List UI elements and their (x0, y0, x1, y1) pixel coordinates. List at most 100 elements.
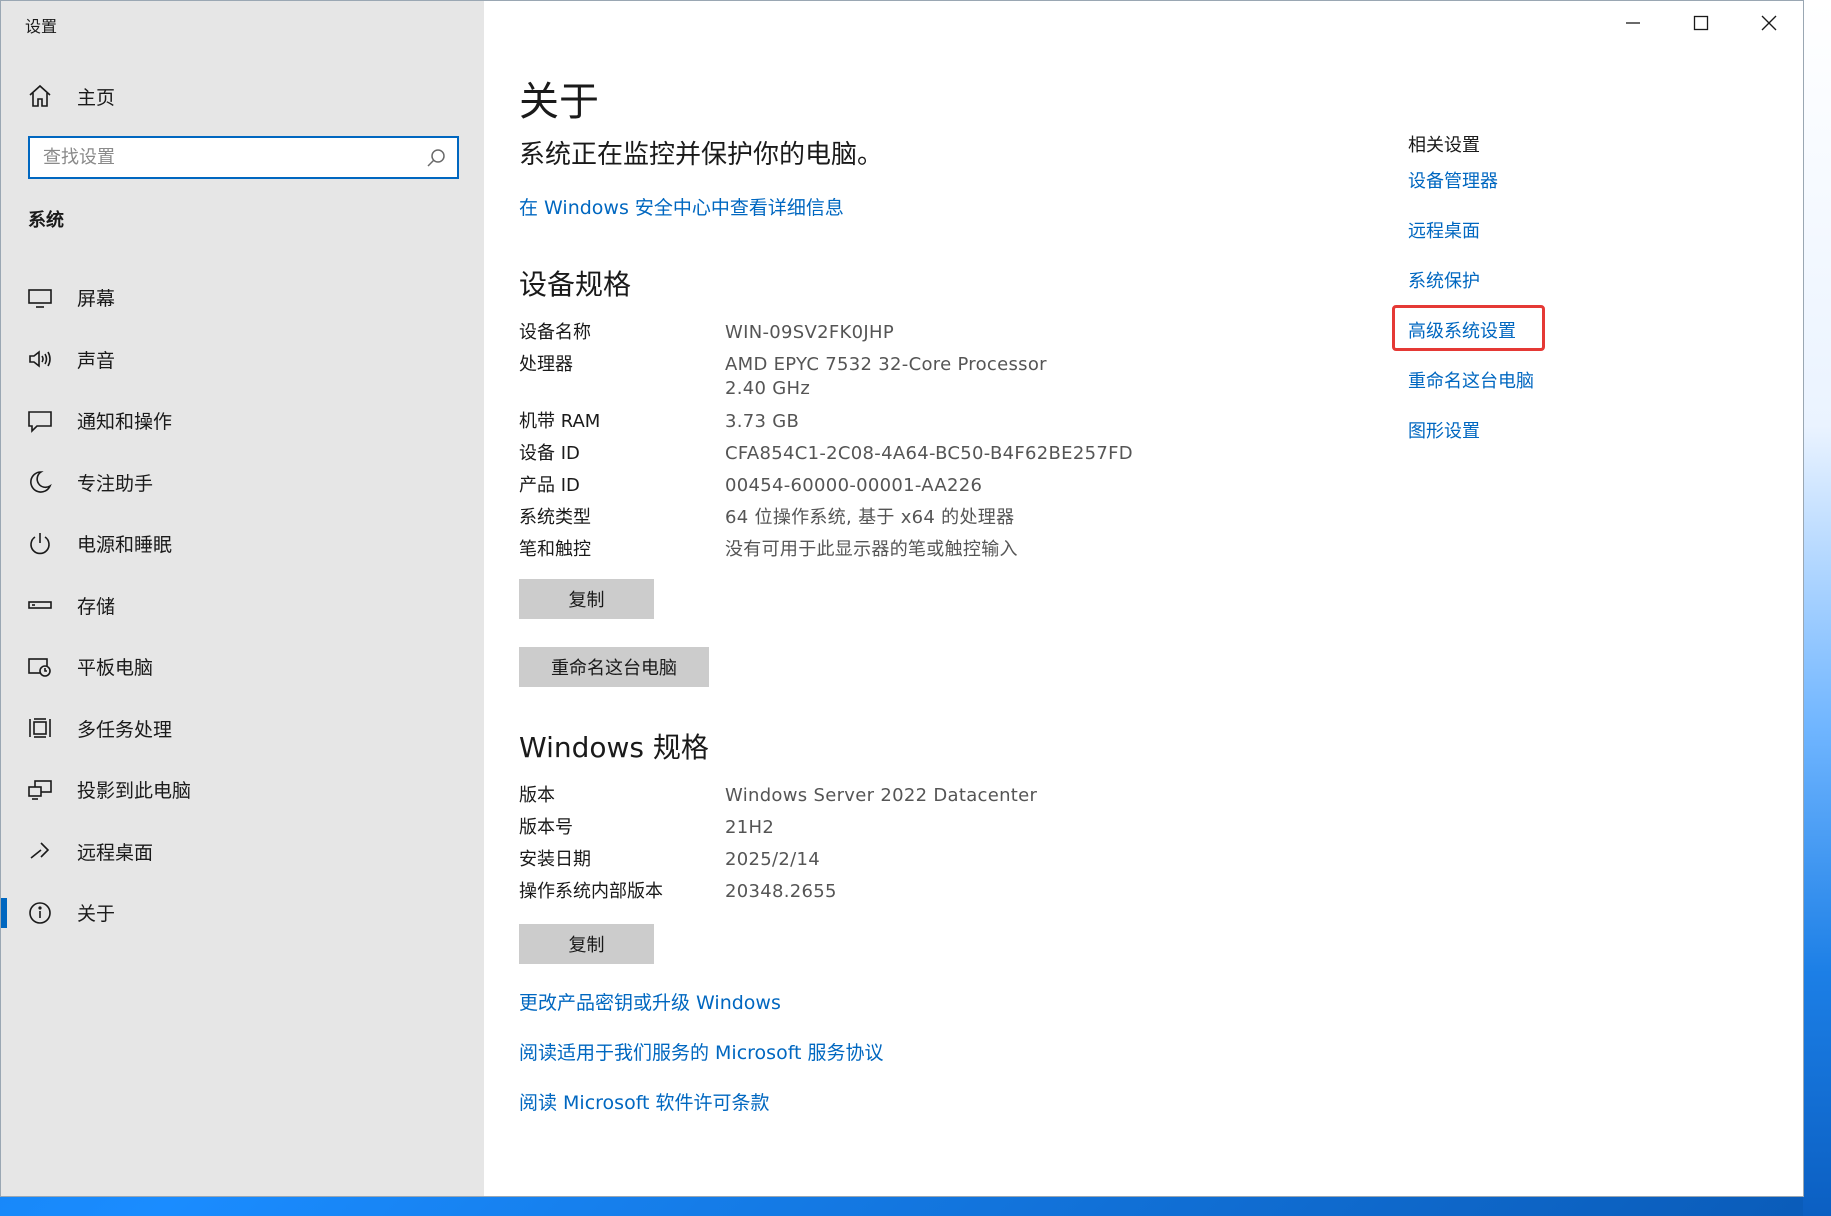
maximize-button[interactable] (1667, 1, 1735, 45)
sidebar-nav: 屏幕 声音 通知和操作 专注助手 电源和睡眠 存储 平板电脑 多任务处理 投影到… (1, 267, 484, 944)
copy-windows-spec-button[interactable]: 复制 (519, 924, 654, 964)
windows-spec-table: 版本 Windows Server 2022 Datacenter 版本号 21… (519, 784, 1299, 912)
sidebar-item-label: 远程桌面 (77, 841, 154, 864)
advanced-system-settings-link[interactable]: 高级系统设置 (1408, 319, 1534, 345)
protection-status: 系统正在监控并保护你的电脑。 (519, 140, 884, 170)
spec-value: WIN-09SV2FK0JHP (725, 322, 894, 343)
sidebar-item-label: 关于 (77, 903, 116, 926)
service-agreement-link[interactable]: 阅读适用于我们服务的 Microsoft 服务协议 (519, 1038, 884, 1065)
spec-key: 系统类型 (519, 507, 591, 528)
spec-key: 版本 (519, 785, 555, 806)
rename-pc-button[interactable]: 重命名这台电脑 (519, 647, 709, 687)
home-nav-item[interactable]: 主页 (27, 81, 115, 111)
spec-key: 操作系统内部版本 (519, 881, 663, 902)
sidebar-item-notifications[interactable]: 通知和操作 (1, 390, 484, 452)
spec-value: 20348.2655 (725, 881, 837, 902)
power-icon (30, 532, 50, 554)
moon-icon (30, 471, 52, 493)
sidebar-item-label: 存储 (77, 595, 116, 618)
info-icon (29, 901, 51, 924)
maximize-icon (1693, 15, 1709, 31)
spec-value: 没有可用于此显示器的笔或触控输入 (725, 539, 1018, 560)
copy-device-spec-button[interactable]: 复制 (519, 579, 654, 619)
window-title: 设置 (25, 17, 58, 36)
sidebar-item-power-sleep[interactable]: 电源和睡眠 (1, 513, 484, 575)
related-settings: 相关设置 设备管理器 远程桌面 系统保护 高级系统设置 重命名这台电脑 图形设置 (1408, 131, 1534, 469)
sidebar-item-label: 通知和操作 (77, 411, 173, 434)
spec-key: 版本号 (519, 817, 573, 838)
rename-pc-link[interactable]: 重命名这台电脑 (1408, 369, 1534, 395)
spec-row-system-type: 系统类型 64 位操作系统, 基于 x64 的处理器 (519, 506, 1299, 529)
page-title: 关于 (519, 79, 599, 125)
sidebar-item-label: 专注助手 (77, 472, 154, 495)
settings-window: 设置 主页 系统 屏幕 声 (0, 0, 1804, 1197)
window-controls (1599, 1, 1803, 45)
spec-row-product-id: 产品 ID 00454-60000-00001-AA226 (519, 474, 1299, 497)
spec-row-edition: 版本 Windows Server 2022 Datacenter (519, 784, 1299, 807)
spec-key: 设备名称 (519, 322, 591, 343)
sidebar-item-display[interactable]: 屏幕 (1, 267, 484, 329)
sidebar-item-label: 声音 (77, 349, 116, 372)
remote-icon (30, 842, 50, 859)
sidebar-item-multitasking[interactable]: 多任务处理 (1, 698, 484, 760)
search-icon[interactable] (425, 147, 447, 169)
sidebar-item-project[interactable]: 投影到此电脑 (1, 759, 484, 821)
processor-name: AMD EPYC 7532 32-Core Processor (725, 354, 1047, 375)
spec-value: 2025/2/14 (725, 849, 820, 870)
sidebar-item-sound[interactable]: 声音 (1, 329, 484, 391)
remote-desktop-link[interactable]: 远程桌面 (1408, 219, 1534, 245)
spec-key: 机带 RAM (519, 411, 601, 432)
sidebar-item-remote-desktop[interactable]: 远程桌面 (1, 821, 484, 883)
spec-row-os-build: 操作系统内部版本 20348.2655 (519, 880, 1299, 903)
spec-value: AMD EPYC 7532 32-Core Processor 2.40 GHz (725, 353, 1047, 401)
storage-icon (28, 601, 52, 610)
section-header-system: 系统 (28, 210, 64, 231)
sidebar-item-label: 电源和睡眠 (77, 534, 173, 557)
spec-key: 产品 ID (519, 475, 580, 496)
spec-row-version: 版本号 21H2 (519, 816, 1299, 839)
spec-value: Windows Server 2022 Datacenter (725, 785, 1038, 806)
sidebar-item-tablet[interactable]: 平板电脑 (1, 636, 484, 698)
license-terms-link[interactable]: 阅读 Microsoft 软件许可条款 (519, 1088, 770, 1115)
minimize-icon (1626, 22, 1640, 24)
security-center-link[interactable]: 在 Windows 安全中心中查看详细信息 (519, 193, 844, 220)
device-manager-link[interactable]: 设备管理器 (1408, 169, 1534, 195)
spec-row-device-id: 设备 ID CFA854C1-2C08-4A64-BC50-B4F62BE257… (519, 442, 1299, 465)
spec-value: 3.73 GB (725, 411, 800, 432)
graphics-settings-link[interactable]: 图形设置 (1408, 419, 1534, 445)
project-icon (28, 779, 52, 800)
change-product-key-link[interactable]: 更改产品密钥或升级 Windows (519, 988, 781, 1015)
speaker-icon (29, 350, 51, 368)
sidebar-item-storage[interactable]: 存储 (1, 575, 484, 637)
system-protection-link[interactable]: 系统保护 (1408, 269, 1534, 295)
search-box[interactable] (28, 136, 459, 179)
spec-value: 21H2 (725, 817, 775, 838)
sidebar-item-about[interactable]: 关于 (1, 882, 484, 944)
spec-value: CFA854C1-2C08-4A64-BC50-B4F62BE257FD (725, 443, 1133, 464)
sidebar-item-label: 平板电脑 (77, 657, 154, 680)
spec-value: 00454-60000-00001-AA226 (725, 475, 983, 496)
sidebar: 设置 主页 系统 屏幕 声 (1, 1, 484, 1196)
minimize-button[interactable] (1599, 1, 1667, 45)
search-input[interactable] (43, 147, 425, 168)
spec-row-ram: 机带 RAM 3.73 GB (519, 410, 1299, 433)
device-spec-heading: 设备规格 (519, 268, 632, 301)
spec-row-processor: 处理器 AMD EPYC 7532 32-Core Processor 2.40… (519, 353, 1299, 401)
sidebar-item-label: 屏幕 (77, 288, 116, 311)
home-label: 主页 (77, 86, 116, 109)
spec-row-install-date: 安装日期 2025/2/14 (519, 848, 1299, 871)
spec-key: 设备 ID (519, 443, 580, 464)
processor-speed: 2.40 GHz (725, 378, 811, 399)
sidebar-item-focus-assist[interactable]: 专注助手 (1, 452, 484, 514)
desktop-background (1803, 0, 1831, 1216)
sidebar-item-label: 投影到此电脑 (77, 780, 192, 803)
sidebar-item-label: 多任务处理 (77, 718, 173, 741)
tablet-icon (28, 657, 51, 677)
spec-row-pen-touch: 笔和触控 没有可用于此显示器的笔或触控输入 (519, 538, 1299, 561)
home-icon (29, 84, 51, 107)
multitask-icon (29, 718, 51, 739)
monitor-icon (28, 288, 52, 308)
spec-row-device-name: 设备名称 WIN-09SV2FK0JHP (519, 321, 1299, 344)
close-icon (1761, 15, 1777, 31)
close-button[interactable] (1735, 1, 1803, 45)
